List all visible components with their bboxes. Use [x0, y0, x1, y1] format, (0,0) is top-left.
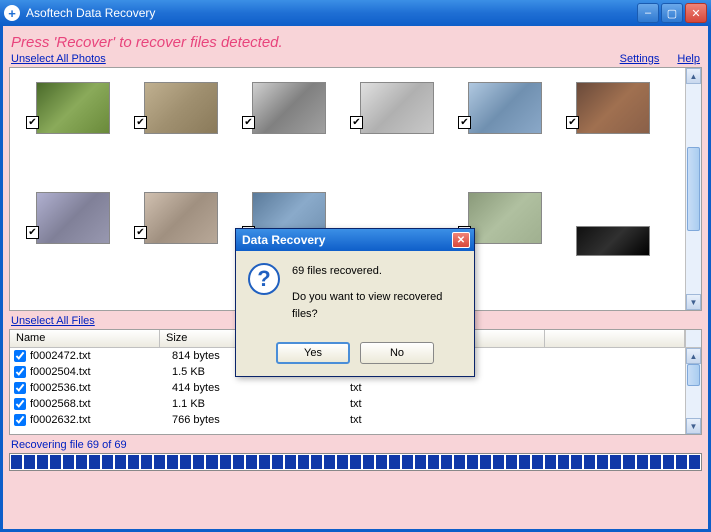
thumbnail-checkbox[interactable]: ✔: [26, 116, 39, 129]
settings-link[interactable]: Settings: [620, 53, 660, 65]
dialog-close-button[interactable]: ✕: [452, 232, 470, 248]
file-size: 1.1 KB: [172, 398, 350, 410]
file-name: f0002632.txt: [30, 414, 172, 426]
unselect-all-photos-link[interactable]: Unselect All Photos: [11, 53, 106, 65]
thumbnail-checkbox[interactable]: ✔: [566, 116, 579, 129]
close-button[interactable]: ✕: [685, 3, 707, 23]
top-links-row: Unselect All Photos Settings Help: [9, 53, 702, 67]
photo-thumbnail[interactable]: ✔: [18, 186, 126, 296]
yes-button[interactable]: Yes: [276, 342, 350, 364]
thumbnail-image: [252, 82, 326, 134]
scroll-thumb[interactable]: [687, 147, 700, 231]
file-checkbox[interactable]: [14, 366, 26, 378]
window-controls: – ▢ ✕: [637, 3, 707, 23]
file-scroll-corner: [685, 330, 701, 347]
file-name: f0002472.txt: [30, 350, 172, 362]
app-window: + Asoftech Data Recovery – ▢ ✕ Press 'Re…: [0, 0, 711, 532]
thumbnail-image: [360, 82, 434, 134]
titlebar-title: Asoftech Data Recovery: [26, 6, 637, 20]
instruction-text: Press 'Recover' to recover files detecte…: [9, 30, 702, 53]
help-link[interactable]: Help: [677, 53, 700, 65]
thumbnail-image: [36, 82, 110, 134]
thumbnail-image: [144, 82, 218, 134]
photo-thumbnail[interactable]: [558, 186, 666, 296]
dialog-text: 69 files recovered. Do you want to view …: [292, 263, 462, 324]
thumbnail-checkbox[interactable]: ✔: [242, 116, 255, 129]
photo-thumbnail[interactable]: ✔: [126, 186, 234, 296]
photo-scrollbar[interactable]: ▲ ▼: [685, 68, 701, 310]
minimize-button[interactable]: –: [637, 3, 659, 23]
table-row[interactable]: f0002536.txt414 bytestxt: [10, 380, 701, 396]
file-name: f0002504.txt: [30, 366, 172, 378]
recovering-status: Recovering file 69 of 69: [9, 435, 702, 453]
photo-thumbnail[interactable]: ✔: [126, 76, 234, 186]
scroll-down-icon[interactable]: ▼: [686, 294, 701, 310]
file-checkbox[interactable]: [14, 398, 26, 410]
photo-thumbnail[interactable]: ✔: [234, 76, 342, 186]
thumbnail-image: [36, 192, 110, 244]
photo-thumbnail[interactable]: ✔: [18, 76, 126, 186]
file-ext: txt: [350, 398, 701, 410]
question-icon: ?: [248, 263, 280, 295]
file-checkbox[interactable]: [14, 382, 26, 394]
file-size: 414 bytes: [172, 382, 350, 394]
dialog-title: Data Recovery: [240, 233, 452, 247]
scroll-thumb[interactable]: [687, 364, 700, 386]
no-button[interactable]: No: [360, 342, 434, 364]
thumbnail-image: [144, 192, 218, 244]
scroll-up-icon[interactable]: ▲: [686, 68, 701, 84]
scroll-down-icon[interactable]: ▼: [686, 418, 701, 434]
dialog-titlebar: Data Recovery ✕: [236, 229, 474, 251]
file-checkbox[interactable]: [14, 350, 26, 362]
thumbnail-image: [468, 192, 542, 244]
dialog-body: ? 69 files recovered. Do you want to vie…: [236, 251, 474, 336]
dialog-buttons: Yes No: [236, 336, 474, 376]
titlebar: + Asoftech Data Recovery – ▢ ✕: [0, 0, 711, 26]
photo-thumbnail[interactable]: ✔: [342, 76, 450, 186]
maximize-button[interactable]: ▢: [661, 3, 683, 23]
scroll-track[interactable]: [686, 84, 701, 294]
progress-bar: [9, 453, 702, 471]
photo-thumbnail[interactable]: ✔: [450, 76, 558, 186]
file-size: 766 bytes: [172, 414, 350, 426]
unselect-all-files-link[interactable]: Unselect All Files: [11, 315, 95, 327]
scroll-track[interactable]: [686, 364, 701, 418]
dialog-line2: Do you want to view recovered files?: [292, 289, 462, 324]
column-header-blank[interactable]: [545, 330, 685, 347]
file-scrollbar[interactable]: ▲ ▼: [685, 348, 701, 434]
thumbnail-checkbox[interactable]: ✔: [458, 116, 471, 129]
file-name: f0002568.txt: [30, 398, 172, 410]
table-row[interactable]: f0002568.txt1.1 KBtxt: [10, 396, 701, 412]
thumbnail-checkbox[interactable]: ✔: [26, 226, 39, 239]
column-header-name[interactable]: Name: [10, 330, 160, 347]
dialog-line1: 69 files recovered.: [292, 263, 462, 281]
thumbnail-checkbox[interactable]: ✔: [350, 116, 363, 129]
file-checkbox[interactable]: [14, 414, 26, 426]
photo-thumbnail[interactable]: ✔: [558, 76, 666, 186]
file-name: f0002536.txt: [30, 382, 172, 394]
thumbnail-image: [576, 226, 650, 256]
file-ext: txt: [350, 382, 701, 394]
file-ext: txt: [350, 414, 701, 426]
thumbnail-image: [468, 82, 542, 134]
thumbnail-checkbox[interactable]: ✔: [134, 226, 147, 239]
thumbnail-checkbox[interactable]: ✔: [134, 116, 147, 129]
scroll-up-icon[interactable]: ▲: [686, 348, 701, 364]
thumbnail-image: [576, 82, 650, 134]
client-area: Press 'Recover' to recover files detecte…: [0, 26, 711, 532]
table-row[interactable]: f0002632.txt766 bytestxt: [10, 412, 701, 428]
app-icon: +: [4, 5, 20, 21]
recovery-dialog: Data Recovery ✕ ? 69 files recovered. Do…: [235, 228, 475, 377]
